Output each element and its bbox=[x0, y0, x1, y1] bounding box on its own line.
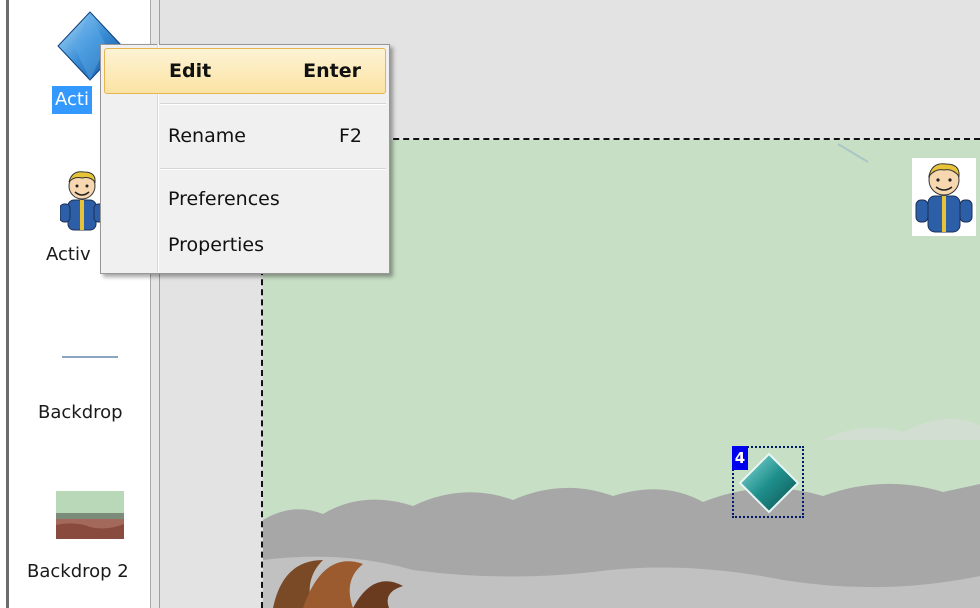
menu-item-label: Edit bbox=[169, 60, 212, 82]
menu-item-properties[interactable]: Properties bbox=[104, 225, 386, 265]
menu-item-shortcut: F2 bbox=[338, 125, 362, 147]
vault-boy-icon[interactable] bbox=[60, 168, 104, 234]
object-label-backdrop[interactable]: Backdrop bbox=[38, 402, 123, 423]
menu-item-shortcut: Enter bbox=[303, 60, 361, 82]
menu-separator bbox=[160, 168, 386, 170]
object-label-backdrop-2[interactable]: Backdrop 2 bbox=[27, 561, 129, 582]
object-number-badge: 4 bbox=[732, 446, 748, 470]
menu-item-rename[interactable]: Rename F2 bbox=[104, 116, 386, 156]
backdrop-line-icon[interactable] bbox=[62, 356, 118, 358]
object-label-active[interactable]: Acti bbox=[52, 86, 92, 114]
panel-edge-divider bbox=[6, 0, 9, 608]
menu-item-edit[interactable]: Edit Enter bbox=[104, 48, 386, 94]
menu-item-label: Rename bbox=[168, 125, 246, 147]
object-label-active-2[interactable]: Activ bbox=[46, 244, 91, 265]
menu-item-preferences[interactable]: Preferences bbox=[104, 179, 386, 219]
menu-item-label: Preferences bbox=[168, 188, 280, 210]
vault-boy-instance[interactable] bbox=[912, 158, 976, 236]
menu-item-label: Properties bbox=[168, 234, 265, 256]
menu-separator bbox=[160, 103, 386, 105]
landscape-thumbnail-icon[interactable] bbox=[56, 491, 124, 539]
vault-boy-icon bbox=[915, 163, 973, 233]
